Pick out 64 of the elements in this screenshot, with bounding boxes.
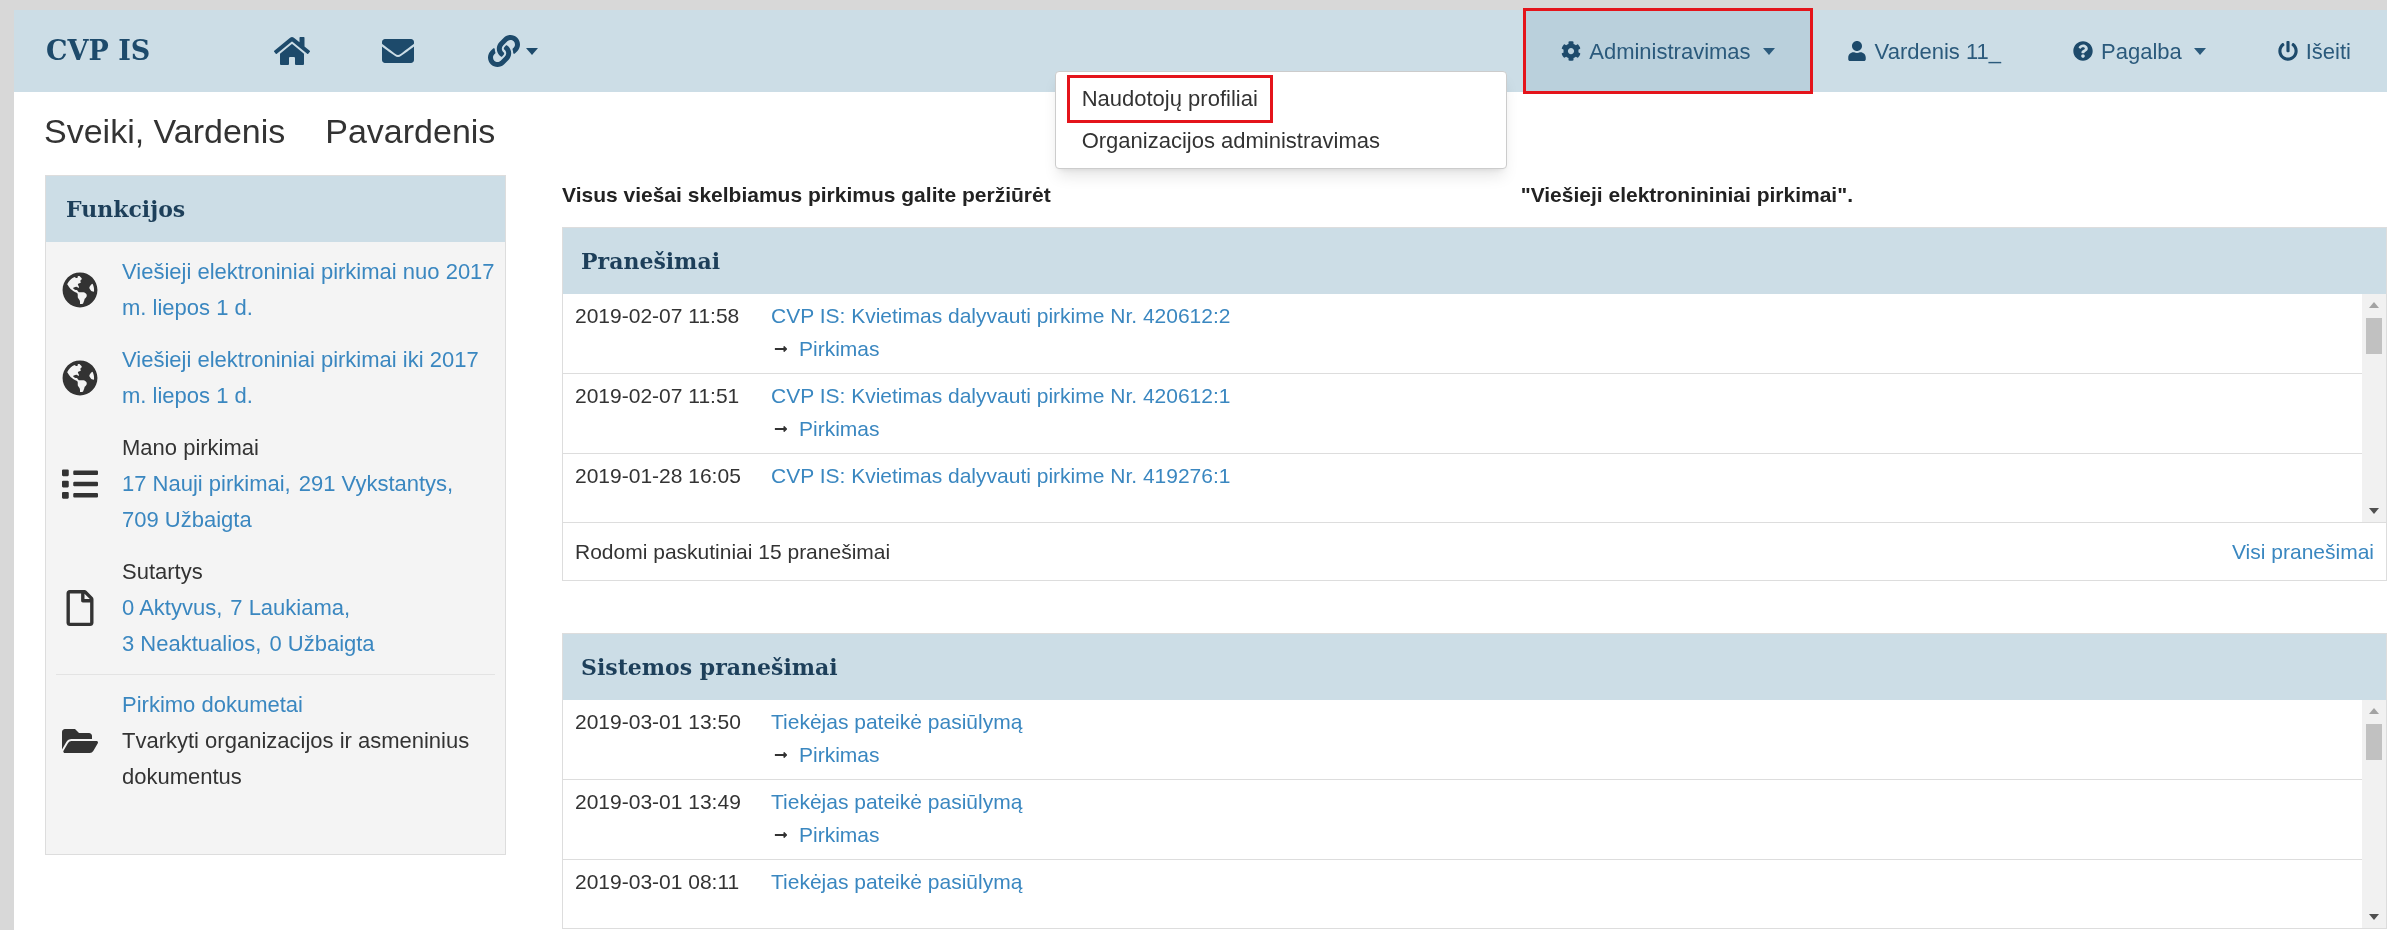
panel-title: Sistemos pranešimai	[563, 634, 2386, 700]
greeting-surname: Pavardenis	[325, 111, 496, 152]
message-link[interactable]: CVP IS: Kvietimas dalyvauti pirkime Nr. 420612:2	[771, 298, 1231, 334]
dropdown-item[interactable]: Naudotojų profiliai	[1069, 78, 1270, 120]
message-time: 2019-01-28 16:05	[575, 463, 742, 489]
home-icon	[274, 35, 310, 67]
message-link[interactable]: Tiekėjas pateikė pasiūlymą	[771, 864, 1023, 900]
sidebar-heading: Sutartys	[122, 558, 204, 586]
globe-icon	[62, 272, 98, 308]
sidebar-link[interactable]: 3 Neaktualios,	[122, 626, 262, 662]
message-link[interactable]: CVP IS: Kvietimas dalyvauti pirkime Nr. 420612:1	[771, 378, 1231, 414]
sidebar-link[interactable]: 7 Laukiama,	[230, 590, 351, 626]
chain-link-icon	[486, 35, 522, 67]
pirkimas-link[interactable]: Pirkimas	[771, 740, 1023, 770]
intro-text: "Viešieji elektronininiai pirkimai".	[1520, 182, 1853, 209]
nav-menu-item[interactable]: Išeiti	[2241, 10, 2387, 92]
nav-menu-item[interactable]: Pagalba	[2037, 10, 2242, 92]
scrollbar-thumb[interactable]	[2366, 724, 2382, 760]
sidebar-heading: Mano pirkimai	[122, 434, 260, 462]
caret-icon	[1762, 47, 1775, 55]
message-link[interactable]: Tiekėjas pateikė pasiūlymą	[771, 784, 1023, 820]
scroll-down-icon[interactable]	[2369, 914, 2379, 920]
power-icon	[2277, 41, 2298, 61]
sidebar-title: Funkcijos	[46, 176, 505, 242]
sidebar-link[interactable]: Viešieji elektroniniai pirkimai iki 2017 m. liepos 1 d.	[122, 342, 495, 414]
sidebar-link[interactable]: 17 Nauji pirkimai,	[122, 466, 291, 502]
message-time: 2019-03-01 13:50	[575, 709, 742, 735]
scroll-up-icon[interactable]	[2369, 302, 2379, 308]
greeting-name: Sveiki, Vardenis	[44, 111, 286, 152]
gear-icon	[1561, 41, 1582, 61]
sidebar-link[interactable]: 291 Vykstantys,	[298, 466, 454, 502]
footer-text: Rodomi paskutiniai 15 pranešimai	[575, 538, 891, 565]
all-messages-link[interactable]: Visi pranešimai	[2232, 535, 2374, 568]
scrollbar-thumb[interactable]	[2366, 318, 2382, 354]
dropdown-item[interactable]: Organizacijos administravimas	[1069, 120, 1392, 162]
sidebar-link[interactable]: 709 Užbaigta	[122, 502, 252, 538]
globe-icon	[62, 360, 98, 396]
pirkimas-link[interactable]: Pirkimas	[771, 334, 1231, 364]
message-link[interactable]: CVP IS: Kvietimas dalyvauti pirkime Nr. 419276:1	[771, 458, 1231, 494]
sidebar-link[interactable]: 0 Užbaigta	[269, 626, 375, 662]
intro-text: Visus viešai skelbiamus pirkimus galite peržiūrėt	[562, 182, 1051, 209]
panel-title: Pranešimai	[563, 228, 2386, 294]
scrollbar[interactable]	[2362, 294, 2386, 522]
message-time: 2019-02-07 11:51	[575, 383, 741, 409]
caret-icon	[2193, 47, 2206, 55]
sidebar-link[interactable]: Viešieji elektroniniai pirkimai nuo 2017 m. liepos 1 d.	[122, 254, 495, 326]
scrollbar[interactable]	[2362, 700, 2386, 928]
user-icon	[1846, 41, 1867, 61]
pirkimas-link[interactable]: Pirkimas	[771, 820, 1023, 850]
sidebar-description: Tvarkyti organizacijos ir asmeninius dokumentus	[122, 727, 471, 791]
nav-menu-item[interactable]: Administravimas	[1525, 10, 1811, 92]
caret-icon	[526, 47, 538, 55]
sidebar-link[interactable]: 0 Aktyvus,	[122, 590, 223, 626]
list-icon	[62, 466, 98, 502]
message-time: 2019-02-07 11:58	[575, 303, 741, 329]
message-time: 2019-03-01 13:49	[575, 789, 742, 815]
scroll-up-icon[interactable]	[2369, 708, 2379, 714]
message-link[interactable]: Tiekėjas pateikė pasiūlymą	[771, 704, 1023, 740]
brand-logo[interactable]: CVP IS	[46, 30, 256, 72]
pirkimas-link[interactable]: Pirkimas	[771, 414, 1231, 444]
nav-menu-item[interactable]: Vardenis 11_	[1810, 10, 2037, 92]
scroll-down-icon[interactable]	[2369, 508, 2379, 514]
message-time: 2019-03-01 08:11	[575, 869, 741, 895]
sidebar-link[interactable]: Pirkimo dokumetai	[122, 687, 495, 723]
